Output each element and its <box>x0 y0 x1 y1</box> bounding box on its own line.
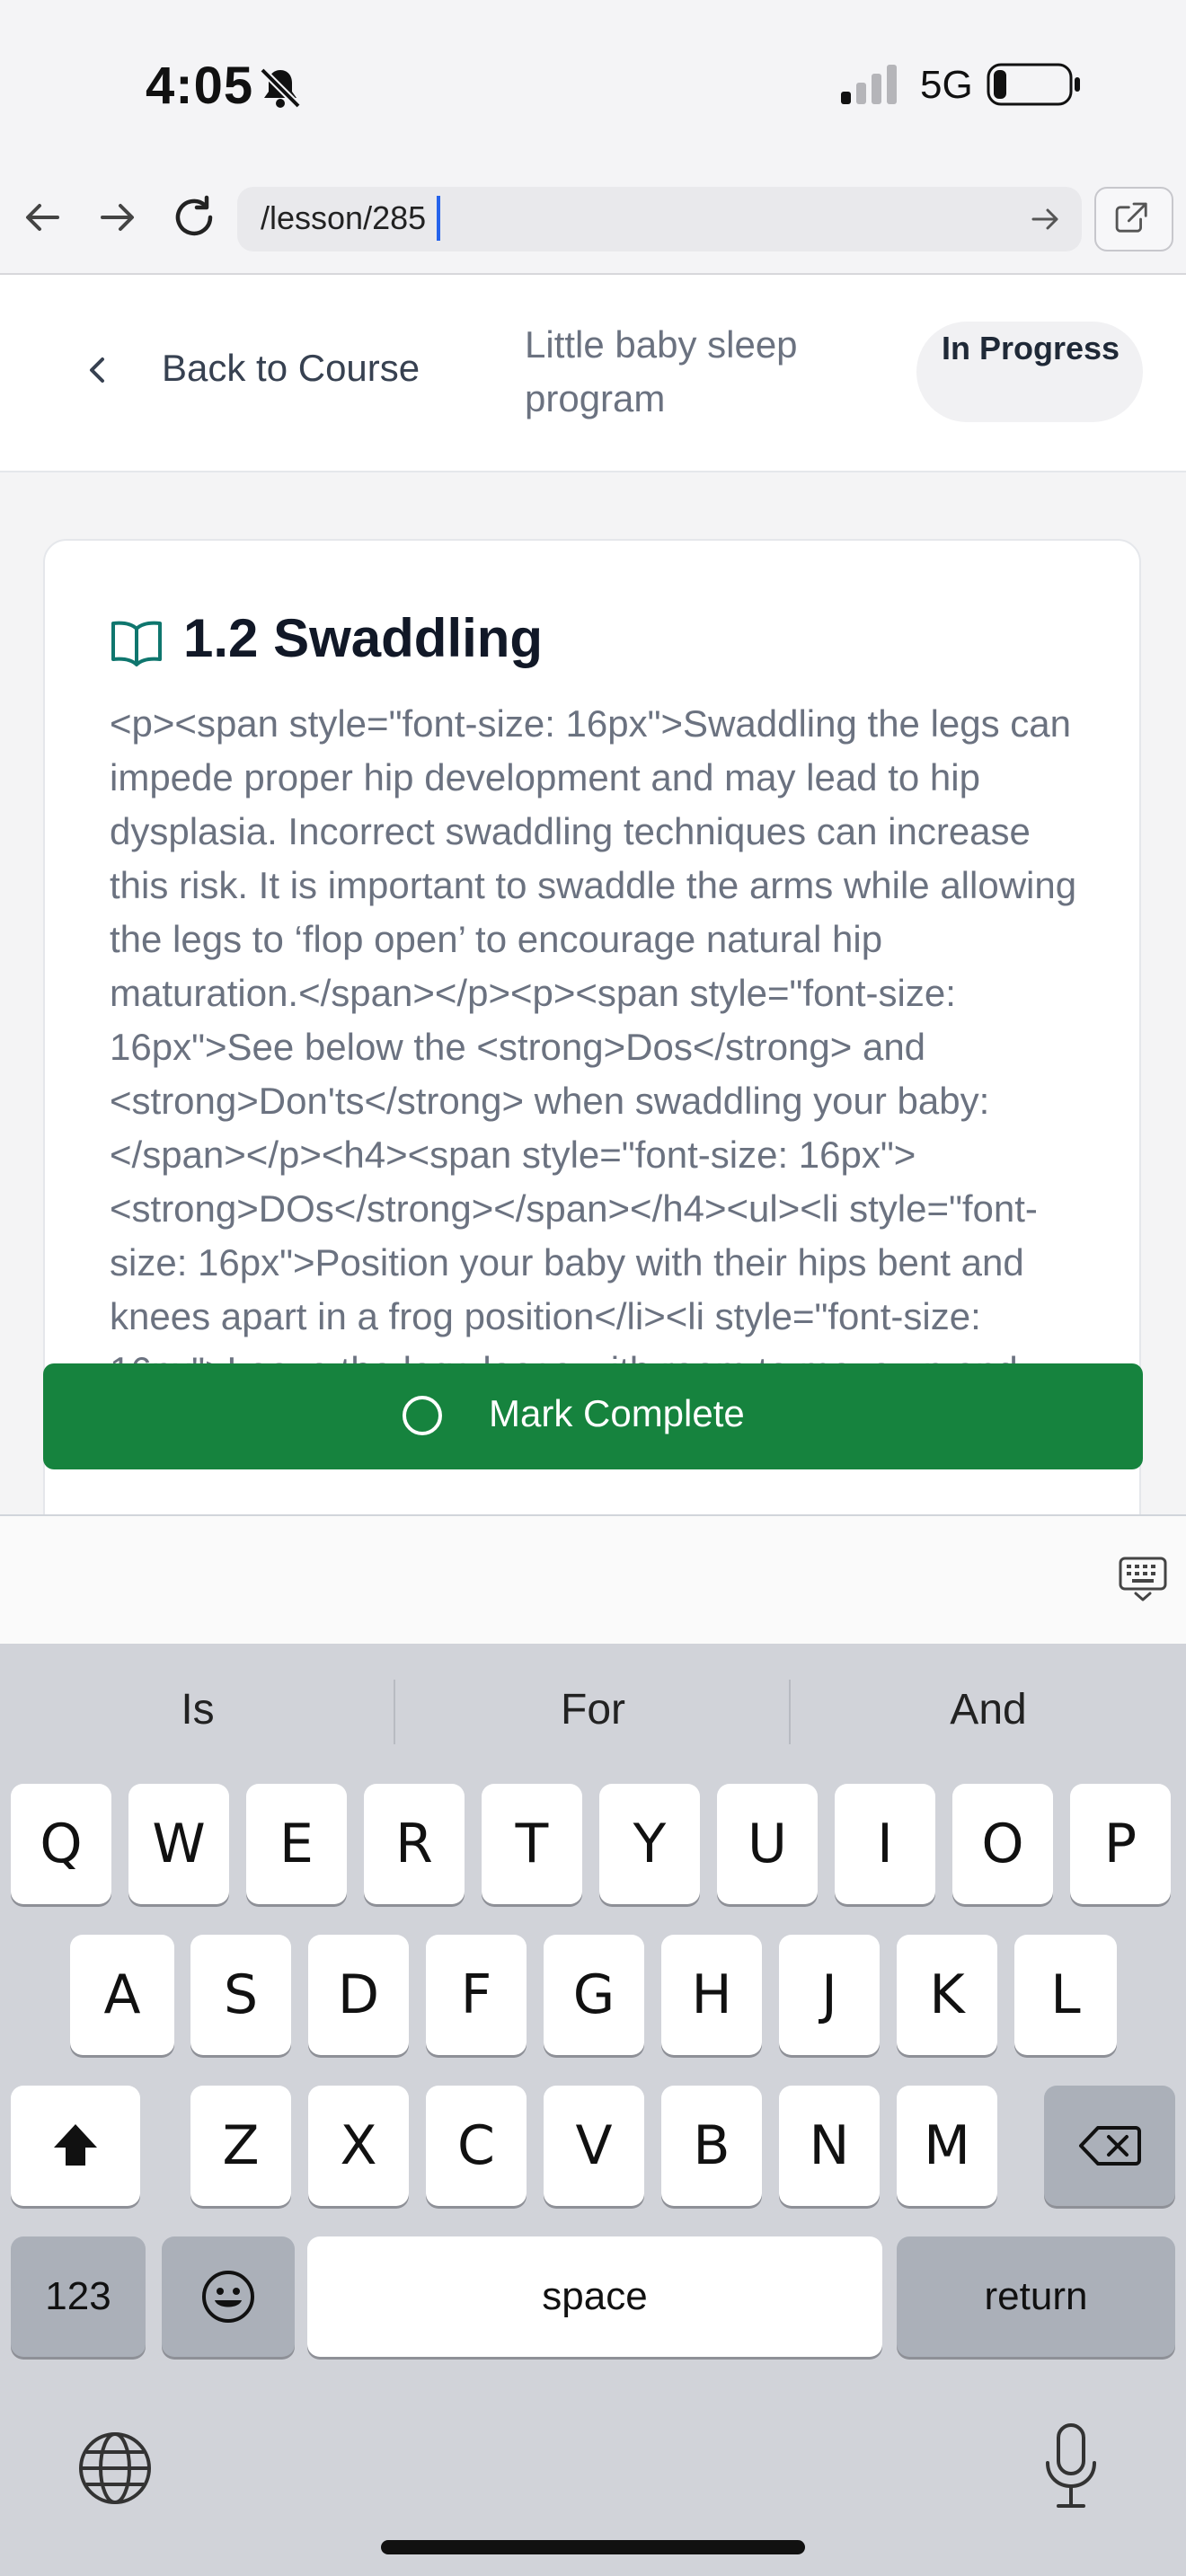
key-a[interactable]: A <box>70 1935 174 2055</box>
key-v[interactable]: V <box>544 2086 644 2206</box>
home-indicator <box>381 2540 805 2554</box>
key-f[interactable]: F <box>426 1935 527 2055</box>
key-x[interactable]: X <box>308 2086 409 2206</box>
key-j[interactable]: J <box>779 1935 880 2055</box>
text-caret <box>437 196 440 241</box>
key-s[interactable]: S <box>190 1935 291 2055</box>
key-w[interactable]: W <box>128 1784 229 1904</box>
shift-arrow-icon <box>54 2124 97 2166</box>
key-y[interactable]: Y <box>599 1784 700 1904</box>
back-arrow-icon[interactable] <box>16 190 70 244</box>
suggestion-and[interactable]: And <box>791 1685 1186 1734</box>
go-arrow-icon[interactable] <box>1026 199 1066 239</box>
globe-icon[interactable] <box>75 2429 155 2508</box>
url-text[interactable]: /lesson/285 <box>261 199 426 237</box>
book-open-icon <box>111 621 162 666</box>
shift-key[interactable] <box>11 2086 140 2206</box>
key-g[interactable]: G <box>544 1935 644 2055</box>
forward-arrow-icon[interactable] <box>90 190 144 244</box>
chevron-left-icon[interactable] <box>79 352 115 388</box>
key-k[interactable]: K <box>897 1935 997 2055</box>
key-l[interactable]: L <box>1014 1935 1117 2055</box>
key-b[interactable]: B <box>661 2086 762 2206</box>
back-to-course-link[interactable]: Back to Course <box>162 347 420 390</box>
key-o[interactable]: O <box>952 1784 1053 1904</box>
key-i[interactable]: I <box>835 1784 935 1904</box>
suggestion-for[interactable]: For <box>395 1685 791 1734</box>
suggestion-is[interactable]: Is <box>0 1685 395 1734</box>
key-h[interactable]: H <box>661 1935 762 2055</box>
keyboard-dismiss-icon[interactable] <box>1118 1556 1168 1602</box>
emoji-icon <box>202 2271 254 2323</box>
key-m[interactable]: M <box>897 2086 997 2206</box>
numbers-key[interactable]: 123 <box>11 2236 146 2357</box>
bell-muted-icon <box>260 67 301 109</box>
key-z[interactable]: Z <box>190 2086 291 2206</box>
external-link-icon <box>1115 202 1147 233</box>
reload-icon[interactable] <box>167 190 221 244</box>
key-c[interactable]: C <box>426 2086 527 2206</box>
network-type: 5G <box>920 63 973 107</box>
cellular-signal-icon <box>841 65 897 104</box>
mark-complete-label[interactable]: Mark Complete <box>489 1392 745 1435</box>
status-badge-label: In Progress <box>942 330 1120 366</box>
key-e[interactable]: E <box>246 1784 347 1904</box>
key-t[interactable]: T <box>482 1784 582 1904</box>
key-p[interactable]: P <box>1070 1784 1171 1904</box>
lesson-title: 1.2 Swaddling <box>183 608 544 668</box>
emoji-key[interactable] <box>162 2236 295 2357</box>
key-u[interactable]: U <box>717 1784 818 1904</box>
course-name: Little baby sleep program <box>525 323 798 419</box>
key-r[interactable]: R <box>364 1784 465 1904</box>
return-key[interactable]: return <box>897 2236 1175 2357</box>
battery-icon <box>987 63 1080 106</box>
space-key[interactable]: space <box>307 2236 882 2357</box>
status-time: 4:05 <box>146 57 254 115</box>
key-q[interactable]: Q <box>11 1784 111 1904</box>
delete-key[interactable] <box>1044 2086 1175 2206</box>
microphone-icon[interactable] <box>1042 2422 1100 2511</box>
keyboard-accessory-bar <box>0 1514 1186 1645</box>
open-external-button[interactable] <box>1094 187 1173 251</box>
circle-icon <box>403 1396 442 1435</box>
key-n[interactable]: N <box>779 2086 880 2206</box>
key-d[interactable]: D <box>308 1935 409 2055</box>
backspace-icon <box>1079 2126 1141 2166</box>
